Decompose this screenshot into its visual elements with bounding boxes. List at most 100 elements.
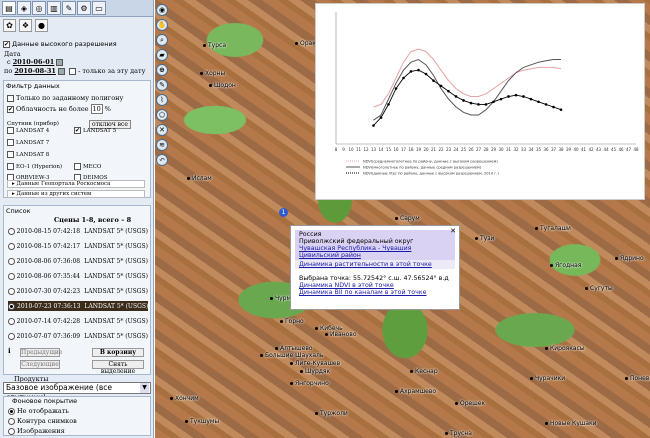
sensor-item[interactable]: LANDSAT 8 [7, 151, 49, 158]
x-tick-label: 32 [513, 147, 519, 152]
products-select[interactable]: Базовое изображение (все спутники) ▼ [3, 382, 151, 402]
x-tick-label: 26 [468, 147, 474, 152]
polygon-tool[interactable]: ⬠ [156, 109, 168, 121]
hand-tool[interactable]: ✋ [156, 19, 168, 31]
sensor-label: LANDSAT 7 [16, 140, 50, 146]
scene-radio[interactable] [8, 227, 15, 235]
background-option[interactable]: Контура снимков [8, 417, 77, 425]
layers-tool[interactable]: ≋ [156, 139, 168, 151]
only-date-checkbox[interactable] [69, 67, 77, 75]
scene-radio[interactable] [8, 242, 15, 250]
settings-tab[interactable]: ⚙ [77, 1, 91, 15]
palette-button[interactable]: ✿ [3, 19, 16, 32]
tools-icon: ✎ [65, 3, 73, 13]
scene-row[interactable]: 2010-07-30 07:42:23 LANDSAT 5* (USGS) [8, 286, 148, 296]
zoom-in-tool[interactable]: ⊕ [156, 64, 168, 76]
hires-header[interactable]: ✔ Данные высокого разрешения [3, 40, 117, 48]
sensor-checkbox[interactable] [7, 163, 14, 170]
scene-radio[interactable] [8, 287, 15, 295]
scene-radio[interactable] [8, 332, 15, 340]
clear-selection-button[interactable]: Снять выделение [92, 360, 144, 375]
calendar-from-icon[interactable] [56, 58, 64, 66]
to-cart-button[interactable]: В корзину [92, 348, 144, 357]
popup-country: Россия [299, 231, 322, 238]
scene-row[interactable]: 2010-08-06 07:36:08 LANDSAT 5* (USGS) [8, 256, 148, 266]
cloud-checkbox[interactable]: ✔ [7, 105, 14, 113]
sensor-item[interactable]: ✔ LANDSAT 5 [74, 127, 116, 134]
background-radio[interactable] [8, 427, 15, 435]
cross-icon: ✕ [159, 126, 165, 134]
vegetation-dynamics-link[interactable]: Динамика растительности в этой точке [299, 261, 432, 268]
date-to-row: по 2010-08-31 - только за эту дату [4, 67, 145, 75]
globe-tab[interactable]: ◎ [32, 1, 46, 15]
popup-location: Россия Приволжский федеральный округ Чув… [295, 230, 455, 260]
close-icon[interactable]: ✕ [450, 227, 456, 235]
sensor-item[interactable]: LANDSAT 7 [7, 139, 49, 146]
zoom-tool[interactable]: ⌕ [156, 34, 168, 46]
scene-row[interactable]: 2010-08-15 07:42:18 LANDSAT 5* (USGS) [8, 226, 148, 236]
map-tab[interactable]: ◈ [17, 1, 31, 15]
hand-icon: ✋ [157, 21, 167, 29]
sensor-item[interactable]: EO-1 (Hyperion) [7, 163, 62, 170]
date-from-input[interactable]: 2010-06-01 [13, 58, 55, 66]
next-button[interactable]: Следующие [20, 360, 60, 369]
date-to-input[interactable]: 2010-08-31 [14, 67, 56, 75]
scene-radio[interactable] [8, 272, 15, 280]
globe-small-icon: ● [38, 21, 45, 30]
region-link[interactable]: Чувашская Республика - Чувашия [299, 245, 411, 252]
sensor-checkbox[interactable] [7, 151, 14, 158]
series-point [447, 89, 450, 93]
sensor-checkbox[interactable] [7, 139, 14, 146]
series-point [499, 97, 503, 101]
series-point [394, 87, 398, 90]
polygon-checkbox[interactable] [7, 94, 14, 102]
sensor-item[interactable]: MECO [74, 163, 101, 170]
x-tick-label: 27 [476, 147, 482, 152]
date-from-row: с 2010-06-01 [7, 58, 65, 66]
background-radio[interactable] [8, 417, 15, 425]
info-icon[interactable]: ℹ [8, 347, 11, 355]
cross-tool[interactable]: ✕ [156, 124, 168, 136]
window-tab[interactable]: ▭ [92, 1, 106, 15]
x-tick-label: 34 [528, 147, 534, 152]
layers-tab[interactable]: ▤ [2, 1, 16, 15]
bii-dynamics-link[interactable]: Динамика BII по каналам в этой точке [299, 289, 426, 296]
tools-tab[interactable]: ✎ [62, 1, 76, 15]
sensor-checkbox[interactable] [74, 163, 81, 170]
scene-row[interactable]: 2010-08-06 07:35:44 LANDSAT 5* (USGS) [8, 271, 148, 281]
x-tick-label: 10 [348, 147, 354, 152]
background-option[interactable]: Не отображать [8, 407, 69, 415]
ndvi-dynamics-link[interactable]: Динамика NDVI в этой точке [299, 282, 394, 289]
globe-small-button[interactable]: ● [35, 19, 48, 32]
point-marker[interactable]: 1 [279, 208, 288, 217]
background-option[interactable]: Изображения [8, 427, 65, 435]
scene-radio[interactable] [8, 257, 15, 265]
polyline-tool[interactable]: ⌇ [156, 94, 168, 106]
scene-radio[interactable] [8, 302, 15, 310]
sensor-checkbox[interactable] [7, 127, 14, 134]
district-link[interactable]: Цивильский район [299, 252, 361, 259]
x-tick-label: 28 [483, 147, 489, 152]
undo-tool[interactable]: ↶ [156, 154, 168, 166]
chart-tab[interactable]: ▥ [47, 1, 61, 15]
other-systems-item[interactable]: ▸ Данные из других систем [7, 190, 145, 198]
prev-button[interactable]: Предыдущие [20, 348, 62, 357]
sensor-item[interactable]: LANDSAT 4 [7, 127, 49, 134]
hires-checkbox[interactable]: ✔ [3, 40, 10, 48]
cloud-input[interactable]: 10 [90, 104, 103, 114]
scene-row[interactable]: 2010-07-14 07:42:28 LANDSAT 5* (USGS) [8, 316, 148, 326]
globe-tool[interactable]: ◉ [156, 4, 168, 16]
scene-row[interactable]: 2010-08-15 07:42:17 LANDSAT 5* (USGS) [8, 241, 148, 251]
color-button[interactable]: ❖ [19, 19, 32, 32]
eraser-tool[interactable]: ▰ [156, 49, 168, 61]
scene-radio[interactable] [8, 317, 15, 325]
calendar-to-icon[interactable] [57, 67, 65, 75]
scene-row[interactable]: 2010-07-23 07:36:13 LANDSAT 5* (USGS) [8, 301, 148, 311]
pencil-tool[interactable]: ✎ [156, 79, 168, 91]
place-label: Лиге-Кувашев [290, 360, 340, 367]
sensor-checkbox[interactable]: ✔ [74, 127, 81, 134]
scene-row[interactable]: 2010-07-07 07:36:09 LANDSAT 5* (USGS) [8, 331, 148, 341]
geoportal-item[interactable]: ▸ Данные Геопортала Роскосмоса [7, 180, 145, 188]
polygon-filter[interactable]: Только по заданному полигону [7, 94, 123, 102]
background-radio[interactable] [8, 407, 15, 415]
